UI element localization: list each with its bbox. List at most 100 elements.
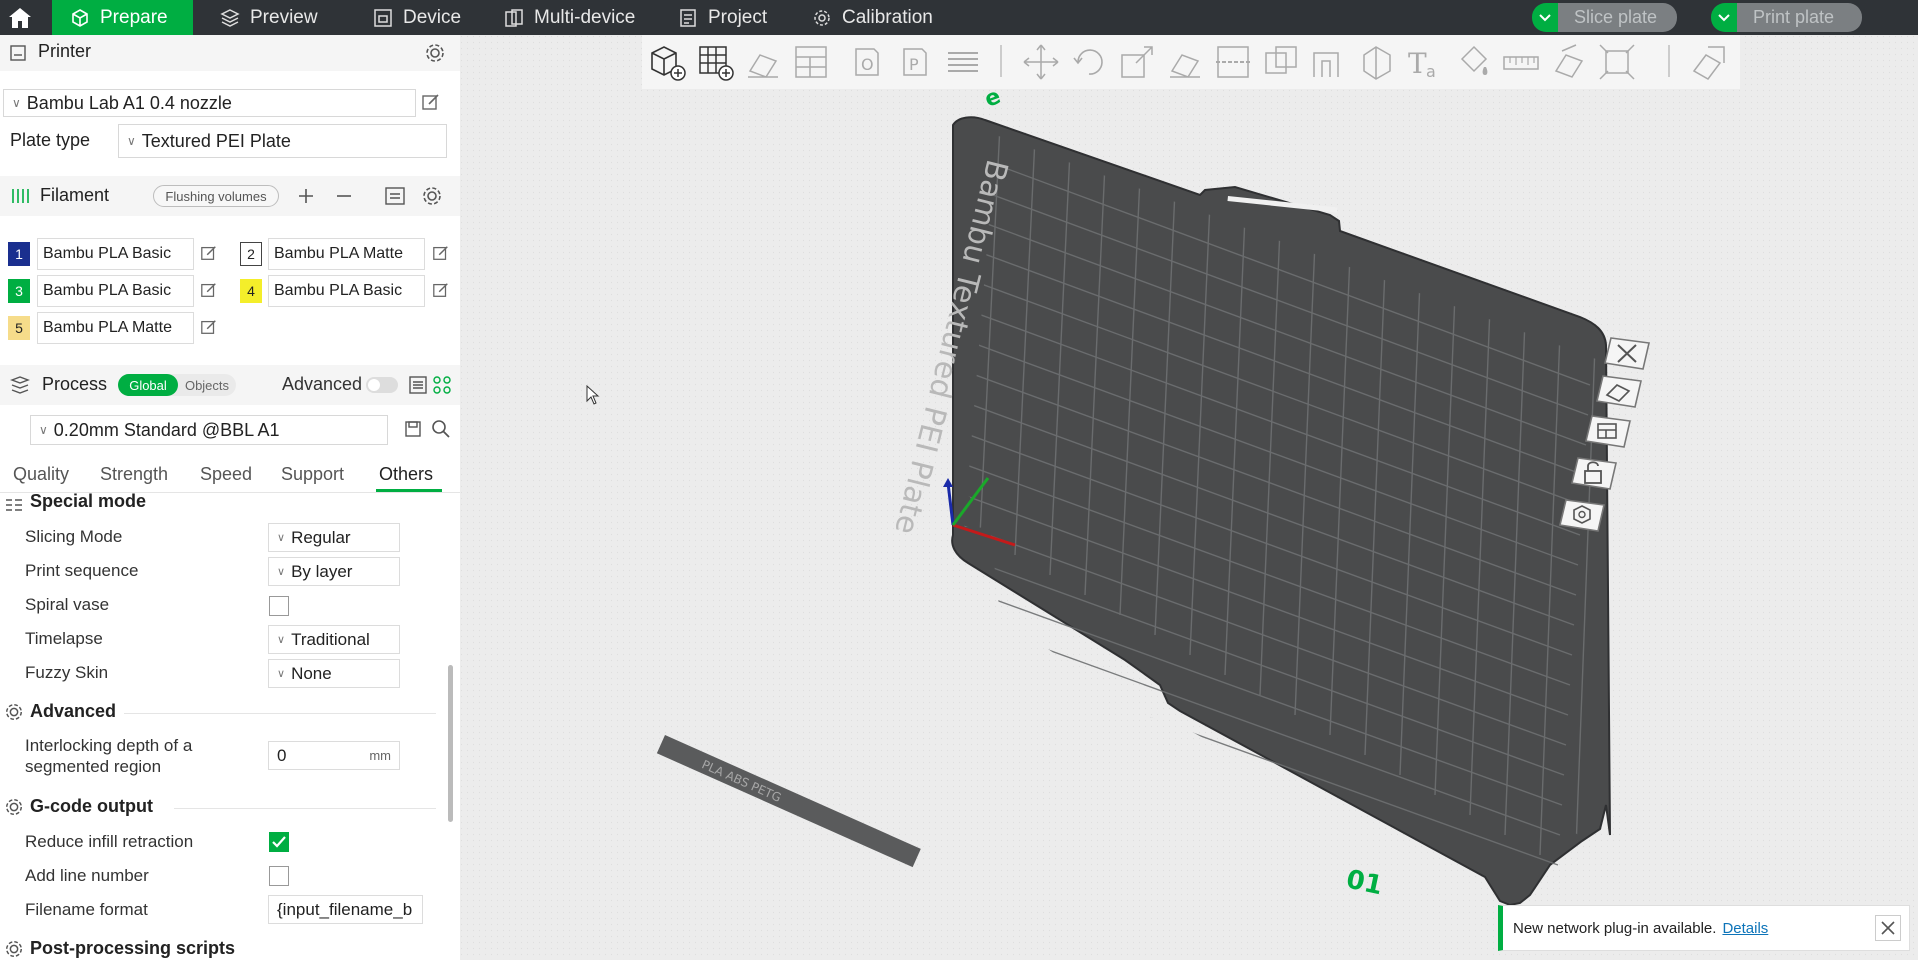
cut-icon[interactable] bbox=[1212, 41, 1254, 83]
edit-icon[interactable] bbox=[432, 244, 450, 262]
list-view-icon[interactable] bbox=[408, 375, 428, 395]
auto-orient-plate-icon[interactable] bbox=[1595, 373, 1643, 409]
filament-slot-2[interactable]: 2 bbox=[240, 242, 262, 266]
flushing-volumes-button[interactable]: Flushing volumes bbox=[153, 185, 279, 207]
filament-slot-4[interactable]: 4 bbox=[240, 279, 262, 303]
gear-icon[interactable] bbox=[421, 185, 443, 207]
filament-slot-1[interactable]: 1 bbox=[8, 242, 30, 266]
fuzzy-skin-select[interactable]: ∨ None bbox=[268, 659, 400, 688]
plate-settings-icon[interactable] bbox=[1558, 497, 1606, 533]
add-line-number-checkbox[interactable] bbox=[269, 866, 289, 886]
slice-plate-button[interactable]: Slice plate bbox=[1532, 3, 1678, 32]
interlocking-depth-input[interactable]: 0 mm bbox=[268, 741, 400, 770]
edit-icon[interactable] bbox=[200, 318, 218, 336]
fit-view-icon[interactable] bbox=[1596, 41, 1638, 83]
sync-filament-icon[interactable] bbox=[384, 186, 406, 206]
home-button[interactable] bbox=[0, 0, 40, 35]
tab-speed[interactable]: Speed bbox=[200, 464, 252, 485]
plate-type-select[interactable]: ∨ Textured PEI Plate bbox=[118, 124, 447, 158]
build-plate[interactable]: Bambu Textured PEI Plate 01 e PLA ABS PE… bbox=[460, 35, 1918, 960]
timelapse-select[interactable]: ∨ Traditional bbox=[268, 625, 400, 654]
search-icon[interactable] bbox=[431, 419, 451, 439]
chevron-down-icon: ∨ bbox=[277, 566, 286, 578]
filament-name-1[interactable]: Bambu PLA Basic bbox=[37, 238, 194, 270]
print-plate-button[interactable]: Print plate bbox=[1711, 3, 1863, 32]
notification-details-link[interactable]: Details bbox=[1722, 920, 1768, 937]
3d-viewport[interactable]: Bambu Textured PEI Plate 01 e PLA ABS PE… bbox=[460, 35, 1918, 960]
settings-scrollbar[interactable] bbox=[448, 665, 453, 822]
multi-device-icon bbox=[505, 8, 523, 27]
filament-name-3[interactable]: Bambu PLA Basic bbox=[37, 275, 194, 307]
tab-others[interactable]: Others bbox=[379, 464, 433, 485]
filament-slot-5[interactable]: 5 bbox=[8, 316, 30, 340]
filename-format-input[interactable]: {input_filename_b bbox=[268, 895, 423, 924]
filament-name-4[interactable]: Bambu PLA Basic bbox=[268, 275, 425, 307]
edit-icon[interactable] bbox=[421, 92, 441, 112]
scale-icon[interactable] bbox=[1116, 41, 1158, 83]
reduce-infill-checkbox[interactable] bbox=[269, 832, 289, 852]
filament-slot-3[interactable]: 3 bbox=[8, 279, 30, 303]
add-plate-icon[interactable] bbox=[694, 41, 736, 83]
tab-calibration[interactable]: Calibration bbox=[794, 0, 951, 35]
auto-orient-icon[interactable] bbox=[742, 41, 784, 83]
close-icon[interactable] bbox=[1875, 915, 1901, 941]
tab-support[interactable]: Support bbox=[281, 464, 344, 485]
layers-editing-icon[interactable] bbox=[942, 41, 984, 83]
split-objects-icon[interactable]: O bbox=[846, 41, 888, 83]
tab-label: Project bbox=[708, 6, 768, 28]
compare-icon[interactable] bbox=[432, 375, 452, 395]
boolean-icon[interactable] bbox=[1260, 41, 1302, 83]
toggle-global[interactable]: Global bbox=[118, 374, 178, 396]
rotate-icon[interactable] bbox=[1068, 41, 1110, 83]
chevron-down-icon[interactable] bbox=[1711, 3, 1737, 32]
toggle-objects[interactable]: Objects bbox=[178, 374, 236, 396]
printer-section-header: Printer bbox=[0, 35, 460, 71]
process-preset-select[interactable]: ∨ 0.20mm Standard @BBL A1 bbox=[30, 415, 388, 445]
spiral-vase-label: Spiral vase bbox=[25, 595, 110, 614]
assembly-icon[interactable] bbox=[1548, 41, 1590, 83]
text-icon[interactable]: Ta bbox=[1404, 41, 1446, 83]
gear-icon[interactable] bbox=[424, 42, 446, 64]
slicing-mode-select[interactable]: ∨ Regular bbox=[268, 523, 400, 552]
tab-strength[interactable]: Strength bbox=[100, 464, 168, 485]
add-icon[interactable] bbox=[297, 187, 315, 205]
add-object-icon[interactable] bbox=[646, 41, 688, 83]
plate-corner-number: 01 bbox=[1344, 865, 1386, 902]
chevron-down-icon[interactable] bbox=[1532, 3, 1558, 32]
z-axis-arrow bbox=[943, 478, 953, 487]
split-parts-icon[interactable]: P bbox=[894, 41, 936, 83]
lock-plate-icon[interactable] bbox=[1570, 455, 1618, 491]
arrange-plate-icon[interactable] bbox=[1584, 413, 1632, 449]
filament-name-5[interactable]: Bambu PLA Matte bbox=[37, 312, 194, 344]
arrange-icon[interactable] bbox=[790, 41, 832, 83]
spiral-vase-checkbox[interactable] bbox=[269, 596, 289, 616]
tab-device[interactable]: Device bbox=[355, 0, 479, 35]
interlocking-unit: mm bbox=[369, 748, 391, 763]
move-icon[interactable] bbox=[1020, 41, 1062, 83]
edit-icon[interactable] bbox=[200, 281, 218, 299]
global-objects-toggle[interactable]: Global Objects bbox=[118, 374, 236, 396]
process-preset-value: 0.20mm Standard @BBL A1 bbox=[53, 419, 280, 440]
save-icon[interactable] bbox=[404, 420, 422, 438]
filament-name-2[interactable]: Bambu PLA Matte bbox=[268, 238, 425, 270]
tab-prepare[interactable]: Prepare bbox=[52, 0, 193, 35]
support-painting-icon[interactable] bbox=[1308, 41, 1350, 83]
tab-multi-device[interactable]: Multi-device bbox=[486, 0, 653, 35]
print-sequence-value: By layer bbox=[291, 561, 353, 581]
measure-icon[interactable] bbox=[1500, 41, 1542, 83]
printer-preset-select[interactable]: ∨ Bambu Lab A1 0.4 nozzle bbox=[3, 89, 416, 117]
close-plate-icon[interactable] bbox=[1603, 335, 1651, 371]
object-list-icon[interactable] bbox=[1688, 41, 1730, 83]
tab-quality[interactable]: Quality bbox=[13, 464, 69, 485]
tab-project[interactable]: Project bbox=[660, 0, 785, 35]
tab-preview[interactable]: Preview bbox=[202, 0, 336, 35]
fuzzy-skin-label: Fuzzy Skin bbox=[25, 663, 109, 682]
edit-icon[interactable] bbox=[432, 281, 450, 299]
remove-icon[interactable] bbox=[335, 187, 353, 205]
print-sequence-select[interactable]: ∨ By layer bbox=[268, 557, 400, 586]
lay-on-face-icon[interactable] bbox=[1164, 41, 1206, 83]
color-painting-icon[interactable] bbox=[1452, 41, 1494, 83]
edit-icon[interactable] bbox=[200, 244, 218, 262]
seam-painting-icon[interactable] bbox=[1356, 41, 1398, 83]
advanced-toggle[interactable] bbox=[366, 377, 398, 393]
